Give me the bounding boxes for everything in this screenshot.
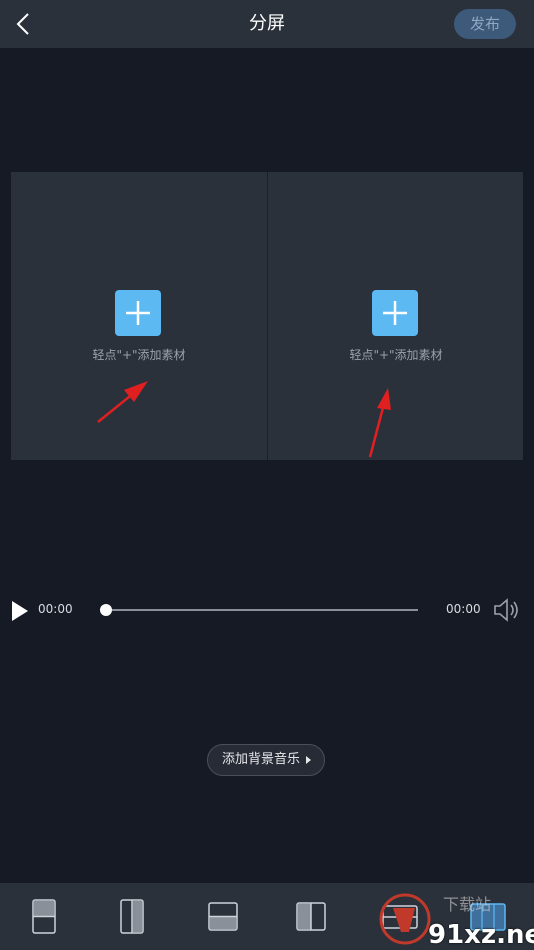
add-material-hint: 轻点"+"添加素材: [349, 348, 443, 362]
split-vertical-right-icon: [120, 899, 144, 934]
add-background-music-label: 添加背景音乐: [222, 752, 301, 767]
annotation-arrows: [97, 381, 391, 458]
play-triangle-icon: [306, 756, 311, 764]
add-material-button[interactable]: [115, 290, 161, 336]
publish-button[interactable]: 发布: [454, 9, 516, 39]
split-horizontal-bottom-icon: [208, 902, 238, 931]
plus-icon: [126, 301, 150, 325]
add-background-music-button[interactable]: 添加背景音乐: [207, 744, 325, 776]
split-vertical-left-icon: [296, 902, 326, 931]
volume-button[interactable]: [492, 597, 520, 623]
top-bar: 分屏 发布: [0, 0, 534, 48]
layout-option-left-right-b[interactable]: [296, 899, 328, 935]
split-preview: 轻点"+"添加素材 轻点"+"添加素材: [11, 172, 523, 460]
layout-option-horizontal[interactable]: [382, 899, 418, 935]
layout-option-left-right-a[interactable]: [120, 899, 146, 935]
plus-icon: [383, 301, 407, 325]
playback-bar: 00:00 00:00: [0, 592, 534, 628]
play-icon: [12, 601, 28, 621]
watermark-text: 91xz.net: [428, 920, 534, 950]
current-time: 00:00: [38, 602, 73, 616]
layout-option-top-bottom[interactable]: [32, 899, 58, 935]
progress-track[interactable]: [106, 609, 418, 611]
add-material-button[interactable]: [372, 290, 418, 336]
play-button[interactable]: [10, 600, 30, 622]
speaker-icon: [494, 598, 518, 622]
layout-option-top-bottom-b[interactable]: [208, 899, 240, 935]
progress-thumb[interactable]: [100, 604, 112, 616]
split-pane-right[interactable]: 轻点"+"添加素材: [267, 172, 523, 460]
split-horizontal-top-icon: [32, 899, 56, 934]
total-time: 00:00: [446, 602, 481, 616]
split-pane-left[interactable]: 轻点"+"添加素材: [11, 172, 267, 460]
add-material-hint: 轻点"+"添加素材: [92, 348, 186, 362]
split-horizontal-icon: [382, 905, 418, 929]
